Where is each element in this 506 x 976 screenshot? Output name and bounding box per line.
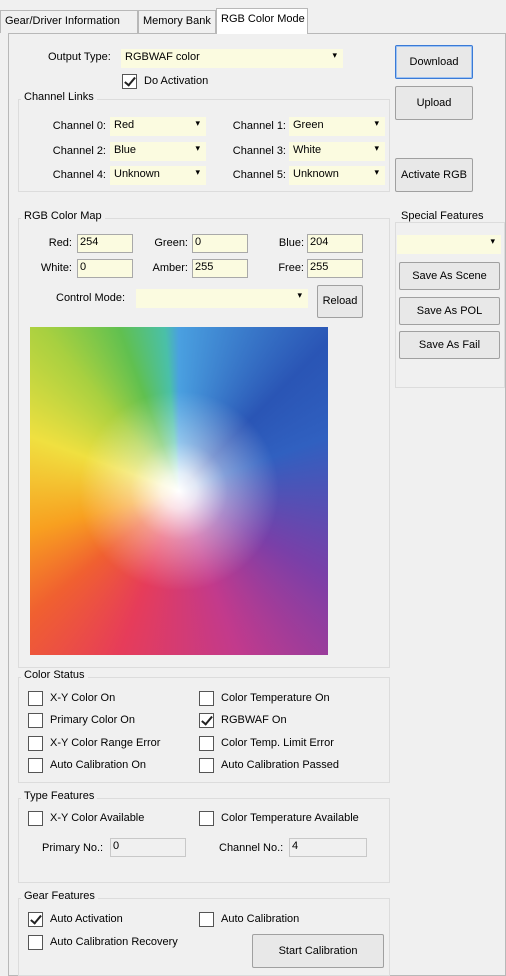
color-temperature-on-checkbox[interactable] xyxy=(199,691,214,706)
color-map-picker[interactable] xyxy=(30,327,328,655)
dropdown-arrow-icon: ▾ xyxy=(195,118,200,128)
save-as-scene-button[interactable]: Save As Scene xyxy=(399,262,500,290)
amber-input[interactable]: 255 xyxy=(192,259,248,278)
channel-4-select[interactable]: Unknown ▾ xyxy=(110,166,206,185)
xy-color-range-error-checkbox[interactable] xyxy=(28,736,43,751)
channel-2-value: Blue xyxy=(114,144,137,156)
white-input[interactable]: 0 xyxy=(77,259,133,278)
dropdown-arrow-icon: ▾ xyxy=(195,167,200,177)
dropdown-arrow-icon: ▾ xyxy=(374,118,379,128)
channel-3-value: White xyxy=(293,144,322,156)
save-as-pol-button[interactable]: Save As POL xyxy=(399,297,500,325)
color-temp-limit-error-checkbox[interactable] xyxy=(199,736,214,751)
color-map-white-center xyxy=(30,327,328,655)
gear-features-title: Gear Features xyxy=(21,890,98,902)
tab-gear-driver-information[interactable]: Gear/Driver Information xyxy=(0,10,138,33)
blue-input[interactable]: 204 xyxy=(307,234,363,253)
control-mode-label: Control Mode: xyxy=(56,292,126,304)
auto-calibration-checkbox[interactable] xyxy=(199,912,214,927)
primary-color-on-label: Primary Color On xyxy=(50,714,135,726)
channel-1-select[interactable]: Green ▾ xyxy=(289,117,385,136)
upload-button[interactable]: Upload xyxy=(395,86,473,120)
green-input[interactable]: 0 xyxy=(192,234,248,253)
amber-label: Amber: xyxy=(152,262,188,274)
channel-3-label: Channel 3: xyxy=(232,145,286,157)
xy-color-available-label: X-Y Color Available xyxy=(50,812,145,824)
auto-calibration-recovery-checkbox[interactable] xyxy=(28,935,43,950)
download-button[interactable]: Download xyxy=(395,45,473,79)
control-mode-select[interactable]: ▾ xyxy=(136,289,308,308)
channel-4-label: Channel 4: xyxy=(52,169,106,181)
channel-0-value: Red xyxy=(114,119,135,131)
free-label: Free: xyxy=(278,262,304,274)
channel-no-label: Channel No.: xyxy=(219,842,284,854)
xy-color-on-label: X-Y Color On xyxy=(50,692,116,704)
blue-label: Blue: xyxy=(278,237,304,249)
auto-calibration-on-checkbox[interactable] xyxy=(28,758,43,773)
dropdown-arrow-icon: ▾ xyxy=(297,290,302,300)
rgb-color-map-title: RGB Color Map xyxy=(21,210,105,222)
dropdown-arrow-icon: ▾ xyxy=(332,50,337,60)
auto-calibration-label: Auto Calibration xyxy=(221,913,300,925)
do-activation-checkbox[interactable] xyxy=(122,74,137,89)
xy-color-on-checkbox[interactable] xyxy=(28,691,43,706)
auto-calibration-passed-label: Auto Calibration Passed xyxy=(221,759,340,771)
channel-5-value: Unknown xyxy=(293,168,339,180)
color-temperature-on-label: Color Temperature On xyxy=(221,692,330,704)
channel-links-title: Channel Links xyxy=(21,91,97,103)
primary-no-field: 0 xyxy=(110,838,186,857)
red-label: Red: xyxy=(48,237,72,249)
type-features-title: Type Features xyxy=(21,790,98,802)
start-calibration-button[interactable]: Start Calibration xyxy=(252,934,384,968)
output-type-label: Output Type: xyxy=(48,51,111,63)
channel-1-label: Channel 1: xyxy=(232,120,286,132)
dropdown-arrow-icon: ▾ xyxy=(195,143,200,153)
tab-bar: Gear/Driver Information Memory Bank RGB … xyxy=(0,8,506,34)
activate-rgb-button[interactable]: Activate RGB xyxy=(395,158,473,192)
dropdown-arrow-icon: ▾ xyxy=(490,236,495,246)
white-label: White: xyxy=(40,262,72,274)
channel-3-select[interactable]: White ▾ xyxy=(289,142,385,161)
do-activation-label: Do Activation xyxy=(144,75,209,87)
auto-activation-checkbox[interactable] xyxy=(28,912,43,927)
xy-color-available-checkbox[interactable] xyxy=(28,811,43,826)
xy-color-range-error-label: X-Y Color Range Error xyxy=(50,737,161,749)
channel-4-value: Unknown xyxy=(114,168,160,180)
free-input[interactable]: 255 xyxy=(307,259,363,278)
color-temperature-available-checkbox[interactable] xyxy=(199,811,214,826)
special-features-select[interactable]: ▾ xyxy=(397,235,501,254)
dropdown-arrow-icon: ▾ xyxy=(374,167,379,177)
rgbwaf-on-checkbox[interactable] xyxy=(199,713,214,728)
tab-memory-bank[interactable]: Memory Bank xyxy=(138,10,216,33)
rgbwaf-on-label: RGBWAF On xyxy=(221,714,287,726)
channel-5-select[interactable]: Unknown ▾ xyxy=(289,166,385,185)
color-temperature-available-label: Color Temperature Available xyxy=(221,812,359,824)
green-label: Green: xyxy=(154,237,188,249)
color-status-title: Color Status xyxy=(21,669,88,681)
output-type-select[interactable]: RGBWAF color ▾ xyxy=(121,49,343,68)
channel-1-value: Green xyxy=(293,119,324,131)
save-as-fail-button[interactable]: Save As Fail xyxy=(399,331,500,359)
channel-0-select[interactable]: Red ▾ xyxy=(110,117,206,136)
channel-2-label: Channel 2: xyxy=(52,145,106,157)
dropdown-arrow-icon: ▾ xyxy=(374,143,379,153)
channel-5-label: Channel 5: xyxy=(232,169,286,181)
auto-calibration-recovery-label: Auto Calibration Recovery xyxy=(50,936,178,948)
tab-rgb-color-mode[interactable]: RGB Color Mode xyxy=(216,8,308,34)
output-type-value: RGBWAF color xyxy=(125,51,200,63)
reload-button[interactable]: Reload xyxy=(317,285,363,318)
channel-no-field: 4 xyxy=(289,838,367,857)
color-temp-limit-error-label: Color Temp. Limit Error xyxy=(221,737,334,749)
auto-activation-label: Auto Activation xyxy=(50,913,123,925)
channel-0-label: Channel 0: xyxy=(52,120,106,132)
channel-2-select[interactable]: Blue ▾ xyxy=(110,142,206,161)
primary-color-on-checkbox[interactable] xyxy=(28,713,43,728)
auto-calibration-on-label: Auto Calibration On xyxy=(50,759,146,771)
auto-calibration-passed-checkbox[interactable] xyxy=(199,758,214,773)
red-input[interactable]: 254 xyxy=(77,234,133,253)
special-features-title: Special Features xyxy=(398,210,487,222)
primary-no-label: Primary No.: xyxy=(42,842,104,854)
